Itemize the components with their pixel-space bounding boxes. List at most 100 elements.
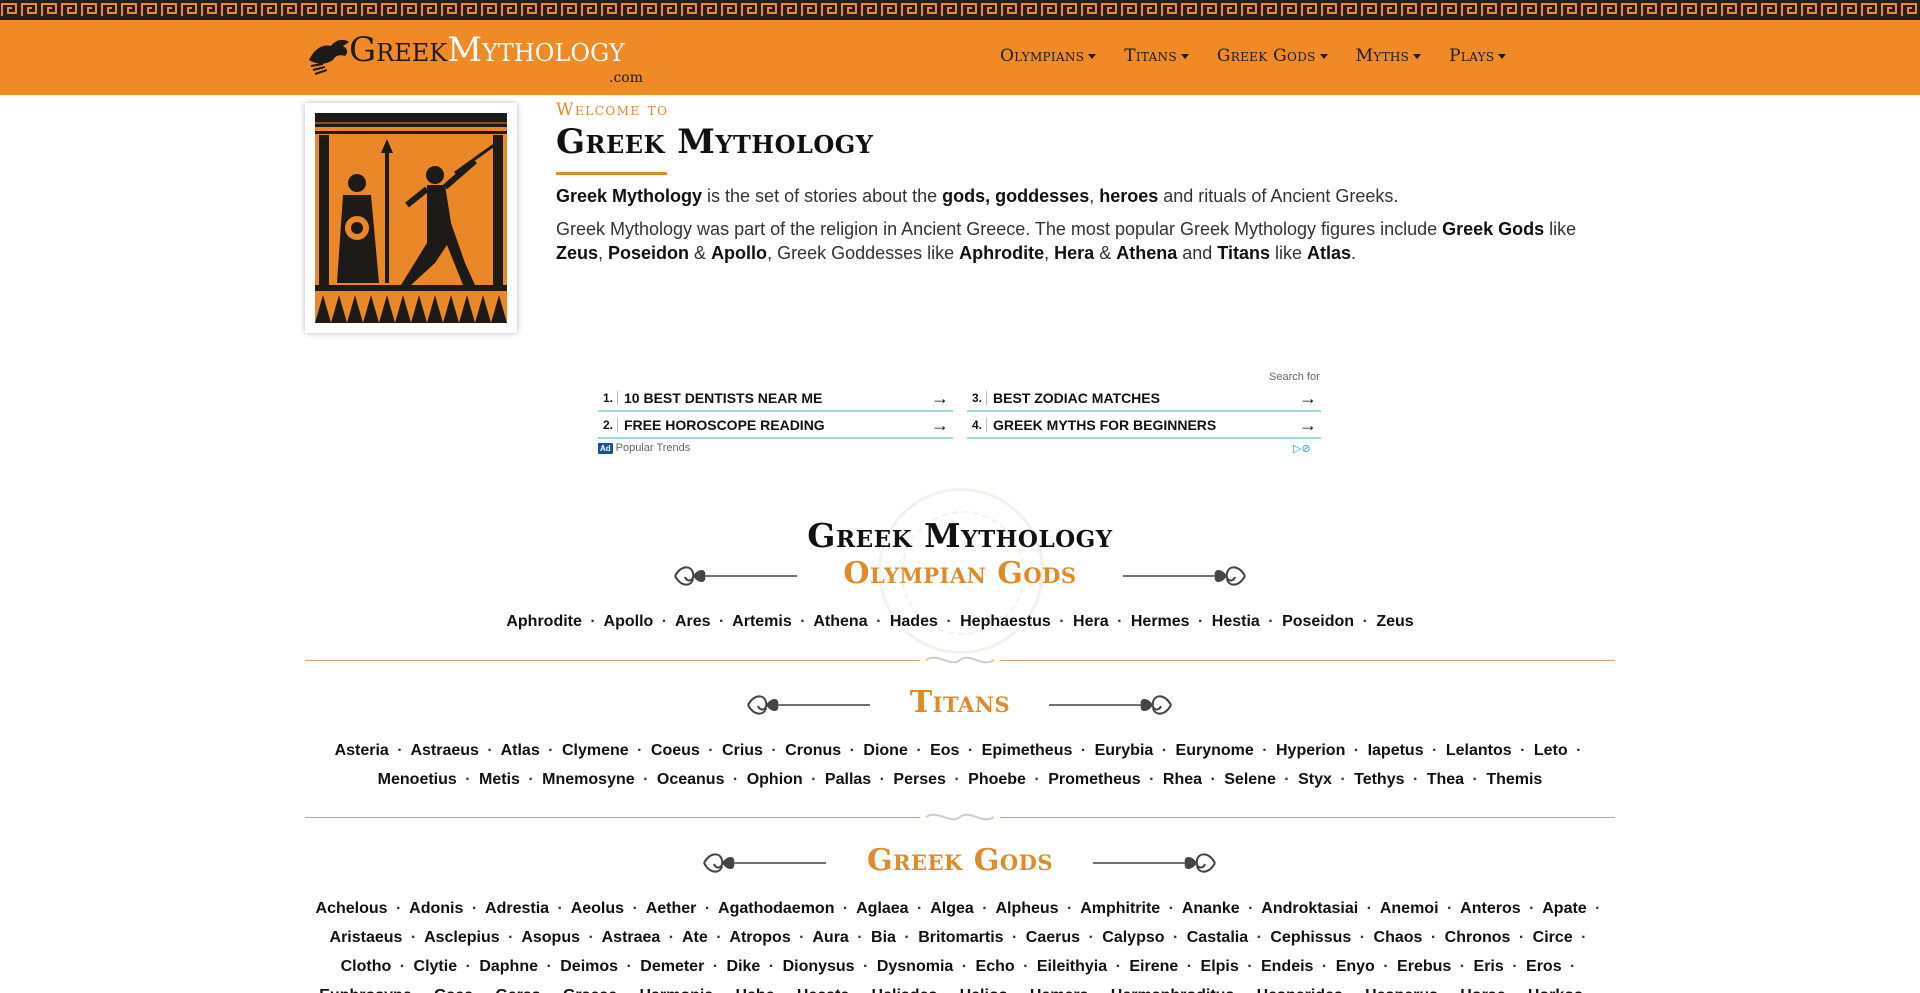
deity-link[interactable]: Artemis [732,613,792,630]
nav-greek-gods[interactable]: Greek Gods [1217,46,1328,66]
deity-link[interactable]: Cronus [785,742,841,759]
deity-link[interactable]: Alpheus [995,900,1058,917]
deity-link[interactable]: Asteria [335,742,389,759]
deity-link[interactable]: Hades [890,613,938,630]
deity-link[interactable]: Chaos [1374,929,1423,946]
deity-link[interactable]: Cephissus [1270,929,1351,946]
deity-link[interactable]: Hephaestus [960,613,1051,630]
deity-link[interactable]: Metis [479,771,520,788]
ad-source[interactable]: Popular Trends [616,442,691,454]
deity-link[interactable]: Graeae [563,987,617,993]
deity-link[interactable]: Athena [813,613,867,630]
deity-link[interactable]: Mnemosyne [542,771,634,788]
deity-link[interactable]: Dike [727,958,761,975]
deity-link[interactable]: Chronos [1445,929,1511,946]
nav-titans[interactable]: Titans [1124,46,1189,66]
deity-link[interactable]: Eirene [1129,958,1178,975]
deity-link[interactable]: Hecate [797,987,849,993]
deity-link[interactable]: Britomartis [918,929,1003,946]
deity-link[interactable]: Aeolus [571,900,624,917]
deity-link[interactable]: Calypso [1102,929,1164,946]
deity-link[interactable]: Anemoi [1380,900,1439,917]
deity-link[interactable]: Crius [722,742,763,759]
deity-link[interactable]: Astraeus [410,742,478,759]
deity-link[interactable]: Heliades [872,987,938,993]
deity-link[interactable]: Styx [1298,771,1332,788]
deity-link[interactable]: Dione [863,742,907,759]
deity-link[interactable]: Castalia [1187,929,1248,946]
deity-link[interactable]: Asclepius [424,929,500,946]
deity-link[interactable]: Elpis [1201,958,1239,975]
deity-link[interactable]: Epimetheus [982,742,1073,759]
deity-link[interactable]: Erebus [1397,958,1451,975]
deity-link[interactable]: Lelantos [1446,742,1512,759]
deity-link[interactable]: Clymene [562,742,629,759]
deity-link[interactable]: Circe [1533,929,1573,946]
deity-link[interactable]: Astraea [602,929,661,946]
deity-link[interactable]: Aglaea [856,900,908,917]
deity-link[interactable]: Menoetius [378,771,457,788]
deity-link[interactable]: Hyperion [1276,742,1345,759]
deity-link[interactable]: Echo [976,958,1015,975]
deity-link[interactable]: Hemera [1030,987,1089,993]
deity-link[interactable]: Perses [893,771,946,788]
nav-myths[interactable]: Myths [1356,46,1422,66]
deity-link[interactable]: Ananke [1182,900,1240,917]
deity-link[interactable]: Apollo [604,613,654,630]
deity-link[interactable]: Eileithyia [1037,958,1107,975]
adchoices-icon[interactable]: ▷⊘ [1293,442,1311,455]
deity-link[interactable]: Zeus [1376,613,1413,630]
deity-link[interactable]: Aphrodite [506,613,582,630]
deity-link[interactable]: Atropos [729,929,790,946]
nav-olympians[interactable]: Olympians [1000,46,1097,66]
deity-link[interactable]: Leto [1534,742,1568,759]
deity-link[interactable]: Dionysus [783,958,855,975]
deity-link[interactable]: Hestia [1212,613,1260,630]
deity-link[interactable]: Geras [495,987,540,993]
deity-link[interactable]: Phoebe [968,771,1026,788]
deity-link[interactable]: Helios [960,987,1008,993]
deity-link[interactable]: Horae [1460,987,1505,993]
ad-link[interactable]: 2. FREE HOROSCOPE READING → [598,413,953,439]
deity-link[interactable]: Asopus [521,929,580,946]
deity-link[interactable]: Androktasiai [1261,900,1358,917]
deity-link[interactable]: Hesperides [1257,987,1343,993]
deity-link[interactable]: Deimos [560,958,618,975]
deity-link[interactable]: Oceanus [657,771,725,788]
deity-link[interactable]: Thea [1427,771,1464,788]
deity-link[interactable]: Aura [812,929,848,946]
deity-link[interactable]: Poseidon [1282,613,1354,630]
deity-link[interactable]: Enyo [1336,958,1375,975]
deity-link[interactable]: Hermaphroditus [1111,987,1235,993]
deity-link[interactable]: Coeus [651,742,700,759]
deity-link[interactable]: Amphitrite [1080,900,1160,917]
deity-link[interactable]: Eris [1474,958,1504,975]
deity-link[interactable]: Daphne [479,958,538,975]
nav-plays[interactable]: Plays [1449,46,1507,66]
deity-link[interactable]: Hera [1073,613,1109,630]
deity-link[interactable]: Dysnomia [877,958,953,975]
deity-link[interactable]: Eos [930,742,959,759]
deity-link[interactable]: Eurybia [1095,742,1154,759]
deity-link[interactable]: Gaea [434,987,473,993]
deity-link[interactable]: Atlas [501,742,540,759]
deity-link[interactable]: Adrestia [485,900,549,917]
deity-link[interactable]: Prometheus [1048,771,1140,788]
deity-link[interactable]: Apate [1542,900,1586,917]
deity-link[interactable]: Hebe [735,987,774,993]
deity-link[interactable]: Clotho [341,958,392,975]
deity-link[interactable]: Hermes [1131,613,1190,630]
deity-link[interactable]: Rhea [1163,771,1202,788]
deity-link[interactable]: Aristaeus [330,929,403,946]
deity-link[interactable]: Pallas [825,771,871,788]
deity-link[interactable]: Eurynome [1176,742,1254,759]
ad-link[interactable]: 4. GREEK MYTHS FOR BEGINNERS → [967,413,1321,439]
deity-link[interactable]: Tethys [1354,771,1404,788]
deity-link[interactable]: Ophion [747,771,803,788]
deity-link[interactable]: Selene [1224,771,1276,788]
deity-link[interactable]: Clytie [414,958,458,975]
deity-link[interactable]: Horkos [1528,987,1583,993]
deity-link[interactable]: Ares [675,613,711,630]
deity-link[interactable]: Ate [682,929,708,946]
deity-link[interactable]: Hesperus [1365,987,1438,993]
